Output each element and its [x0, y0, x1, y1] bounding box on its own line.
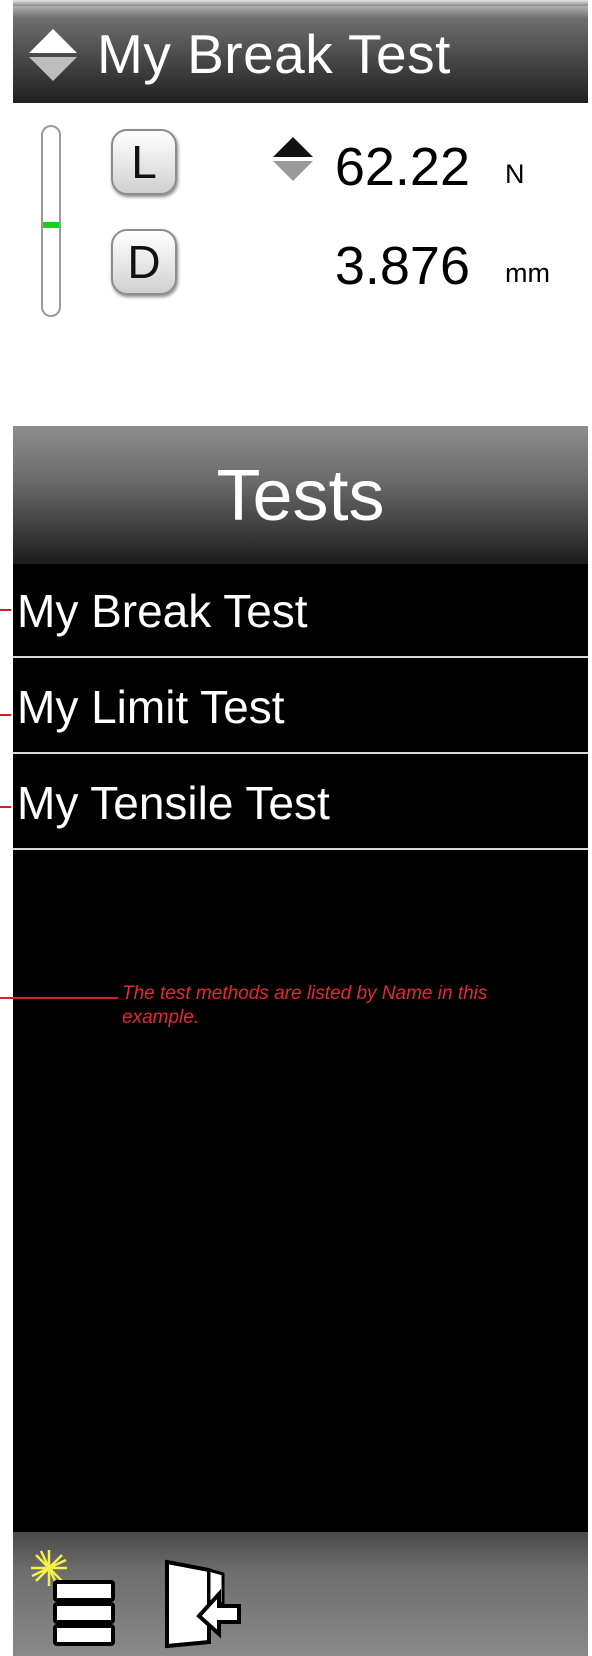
load-key-button[interactable]: L [111, 129, 177, 195]
list-item[interactable]: My Limit Test [13, 660, 588, 754]
bottom-toolbar [13, 1532, 588, 1656]
load-level-indicator [43, 222, 59, 228]
displacement-key-button[interactable]: D [111, 229, 177, 295]
annotation-leader [0, 997, 118, 999]
list-item[interactable]: My Tensile Test [13, 756, 588, 850]
live-readout-panel: L D 62.22 N 3.876 mm [13, 103, 588, 426]
list-item-label: My Limit Test [17, 681, 285, 733]
load-value: 62.22 [334, 137, 470, 197]
list-item[interactable]: My Break Test [13, 564, 588, 658]
new-test-list-icon[interactable] [27, 1546, 119, 1654]
tests-list: My Break Test My Limit Test My Tensile T… [13, 564, 588, 1532]
title-bar: My Break Test [13, 0, 588, 103]
title-bar-edge [13, 0, 588, 6]
load-level-bar [41, 125, 61, 317]
up-down-arrows-icon[interactable] [27, 27, 79, 83]
displacement-unit: mm [505, 258, 550, 288]
annotation-leader [0, 609, 11, 611]
load-unit: N [505, 159, 525, 189]
tests-section-header: Tests [13, 426, 588, 564]
list-item-label: My Tensile Test [17, 777, 330, 829]
exit-door-icon[interactable] [161, 1556, 251, 1650]
selected-test-title[interactable]: My Break Test [97, 22, 451, 86]
up-down-arrows-icon[interactable] [271, 135, 315, 183]
annotation-leader [0, 714, 11, 716]
app-frame: My Break Test L D 62.22 N 3.876 mm Tests… [13, 0, 588, 1656]
displacement-value: 3.876 [334, 236, 470, 296]
list-item-label: My Break Test [17, 585, 308, 637]
section-title: Tests [216, 456, 385, 536]
annotation-leader [0, 806, 11, 808]
annotation-note: The test methods are listed by Name in t… [122, 983, 488, 1028]
